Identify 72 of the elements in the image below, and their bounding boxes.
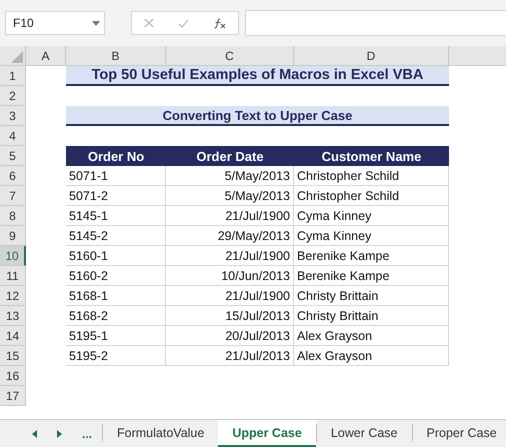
table-cell: 21/Jul/1900 xyxy=(166,246,294,266)
table-cell: Christy Brittain xyxy=(294,306,449,326)
table-cell: 5160-1 xyxy=(66,246,166,266)
row-header[interactable]: 13 xyxy=(0,306,26,326)
function-icon[interactable] xyxy=(213,18,226,28)
table-cell: 21/Jul/1900 xyxy=(166,286,294,306)
table-cell: 5168-1 xyxy=(66,286,166,306)
table-cell: 29/May/2013 xyxy=(166,226,294,246)
table-cell: 15/Jul/2013 xyxy=(166,306,294,326)
table-cell: Berenike Kampe xyxy=(294,266,449,286)
table-cell: Cyma Kinney xyxy=(294,206,449,226)
name-box[interactable]: F10 xyxy=(5,11,105,35)
row-header[interactable]: 8 xyxy=(0,206,26,226)
table-cell: Christopher Schild xyxy=(294,186,449,206)
table-cell: 5071-1 xyxy=(66,166,166,186)
left-caret-icon xyxy=(32,430,37,438)
table-cell: 5160-2 xyxy=(66,266,166,286)
table-cell: Berenike Kampe xyxy=(294,246,449,266)
table-cell: Cyma Kinney xyxy=(294,226,449,246)
table-cell: 10/Jun/2013 xyxy=(166,266,294,286)
column-header[interactable]: B xyxy=(66,46,166,66)
column-heading: Customer Name xyxy=(294,146,449,166)
table-cell: 5071-2 xyxy=(66,186,166,206)
table-cell: Alex Grayson xyxy=(294,326,449,346)
sheet-tab[interactable]: Proper Case xyxy=(412,424,506,443)
row-header[interactable]: 16 xyxy=(0,366,26,386)
table-cell: Christy Brittain xyxy=(294,286,449,306)
row-header[interactable]: 11 xyxy=(0,266,26,286)
row-header[interactable]: 2 xyxy=(0,86,26,106)
row-header[interactable]: 7 xyxy=(0,186,26,206)
dropdown-icon xyxy=(92,20,100,26)
column-heading: Order No xyxy=(66,146,166,166)
sheet-title: Top 50 Useful Examples of Macros in Excel VBA xyxy=(66,66,449,86)
table-cell: 5/May/2013 xyxy=(166,166,294,186)
formula-field[interactable] xyxy=(245,10,506,36)
row-header[interactable]: 10 xyxy=(0,246,26,266)
column-header[interactable]: D xyxy=(294,46,449,66)
triangle-icon xyxy=(11,51,23,63)
column-header[interactable]: C xyxy=(166,46,294,66)
column-header[interactable]: A xyxy=(26,46,66,66)
cell-reference: F10 xyxy=(13,16,34,30)
row-header[interactable]: 5 xyxy=(0,146,26,166)
table-cell: 21/Jul/2013 xyxy=(166,346,294,366)
row-header[interactable]: 17 xyxy=(0,386,26,406)
table-cell: Alex Grayson xyxy=(294,346,449,366)
table-cell: 5145-1 xyxy=(66,206,166,226)
right-caret-icon xyxy=(57,430,62,438)
select-all-corner[interactable] xyxy=(0,46,26,66)
row-header[interactable]: 14 xyxy=(0,326,26,346)
table-cell: 21/Jul/1900 xyxy=(166,206,294,226)
more-sheets-button[interactable]: ... xyxy=(72,420,102,447)
column-heading: Order Date xyxy=(166,146,294,166)
row-header[interactable]: 1 xyxy=(0,66,26,86)
table-cell: 5195-2 xyxy=(66,346,166,366)
sheet-tab[interactable]: Upper Case xyxy=(218,420,316,447)
row-header[interactable]: 12 xyxy=(0,286,26,306)
table-cell: 5168-2 xyxy=(66,306,166,326)
close-icon[interactable] xyxy=(144,18,154,28)
table-cell: 5145-2 xyxy=(66,226,166,246)
table-cell: 5/May/2013 xyxy=(166,186,294,206)
row-header[interactable]: 6 xyxy=(0,166,26,186)
table-cell: 20/Jul/2013 xyxy=(166,326,294,346)
row-header[interactable]: 15 xyxy=(0,346,26,366)
sheet-tab[interactable]: Lower Case xyxy=(316,424,412,443)
row-header[interactable]: 9 xyxy=(0,226,26,246)
check-icon[interactable] xyxy=(178,18,189,28)
table-cell: 5195-1 xyxy=(66,326,166,346)
table-cell: Christopher Schild xyxy=(294,166,449,186)
row-header[interactable]: 3 xyxy=(0,106,26,126)
sheet-subtitle: Converting Text to Upper Case xyxy=(66,106,449,126)
header-strip xyxy=(449,46,506,66)
row-header[interactable]: 4 xyxy=(0,126,26,146)
